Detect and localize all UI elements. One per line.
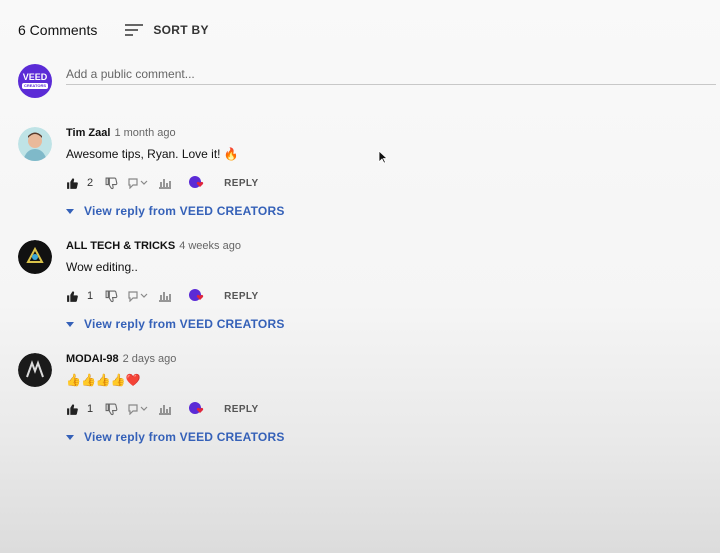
avatar: VEED CREATORS [18,64,52,98]
add-comment-row: VEED CREATORS [18,64,720,100]
like-count: 2 [87,177,94,189]
reply-button[interactable]: REPLY [224,291,258,302]
comment-item: Tim Zaal 1 month ago Awesome tips, Ryan. … [18,127,708,227]
chart-icon[interactable] [158,403,172,415]
super-thanks-icon[interactable] [128,177,150,189]
creator-heart-icon[interactable] [188,288,206,304]
comment-actions: 2 REPLY [66,175,259,191]
comment-text: Wow editing.. [66,260,138,274]
reply-button[interactable]: REPLY [224,178,258,189]
comment-text: Awesome tips, Ryan. Love it! 🔥 [66,147,239,161]
super-thanks-icon[interactable] [128,290,150,302]
like-icon[interactable] [66,403,79,416]
dislike-icon[interactable] [105,403,118,416]
view-replies-button[interactable]: View reply from VEED CREATORS [66,428,285,446]
comment-author[interactable]: ALL TECH & TRICKS [66,240,175,252]
view-replies-button[interactable]: View reply from VEED CREATORS [66,202,285,220]
chart-icon[interactable] [158,290,172,302]
view-replies-label: View reply from VEED CREATORS [84,204,285,218]
reply-button[interactable]: REPLY [224,404,258,415]
comment-author[interactable]: Tim Zaal [66,127,110,139]
sort-icon [125,23,144,37]
chart-icon[interactable] [158,177,172,189]
comment-avatar[interactable] [18,127,52,161]
comment-time[interactable]: 1 month ago [114,127,175,139]
like-count: 1 [87,290,94,302]
avatar-subtext: CREATORS [21,83,49,89]
comment-text: 👍👍👍👍❤️ [66,373,141,387]
comment-actions: 1 REPLY [66,401,259,417]
dislike-icon[interactable] [105,290,118,303]
chevron-down-icon [66,315,74,333]
comment-time[interactable]: 4 weeks ago [179,240,241,252]
view-replies-label: View reply from VEED CREATORS [84,317,285,331]
comment-item: ALL TECH & TRICKS 4 weeks ago Wow editing… [18,240,708,340]
sort-by-label: SORT BY [153,23,209,37]
avatar-text: VEED [22,72,48,82]
chevron-down-icon [66,202,74,220]
comment-count: 6 Comments [18,22,98,38]
like-icon[interactable] [66,290,79,303]
add-comment-input[interactable] [66,64,716,85]
comment-item: MODAI-98 2 days ago 👍👍👍👍❤️ 1 REPLY View r… [18,353,708,453]
creator-heart-icon[interactable] [188,401,206,417]
comments-header: 6 Comments SORT BY [18,22,209,38]
super-thanks-icon[interactable] [128,403,150,415]
like-count: 1 [87,403,94,415]
comment-author[interactable]: MODAI-98 [66,353,119,365]
dislike-icon[interactable] [105,177,118,190]
sort-by-button[interactable]: SORT BY [125,23,209,37]
like-icon[interactable] [66,177,79,190]
comment-avatar[interactable] [18,240,52,274]
creator-heart-icon[interactable] [188,175,206,191]
chevron-down-icon [66,428,74,446]
comment-actions: 1 REPLY [66,288,259,304]
view-replies-button[interactable]: View reply from VEED CREATORS [66,315,285,333]
view-replies-label: View reply from VEED CREATORS [84,430,285,444]
mouse-cursor-icon [378,150,389,169]
comment-avatar[interactable] [18,353,52,387]
comment-time[interactable]: 2 days ago [123,353,177,365]
